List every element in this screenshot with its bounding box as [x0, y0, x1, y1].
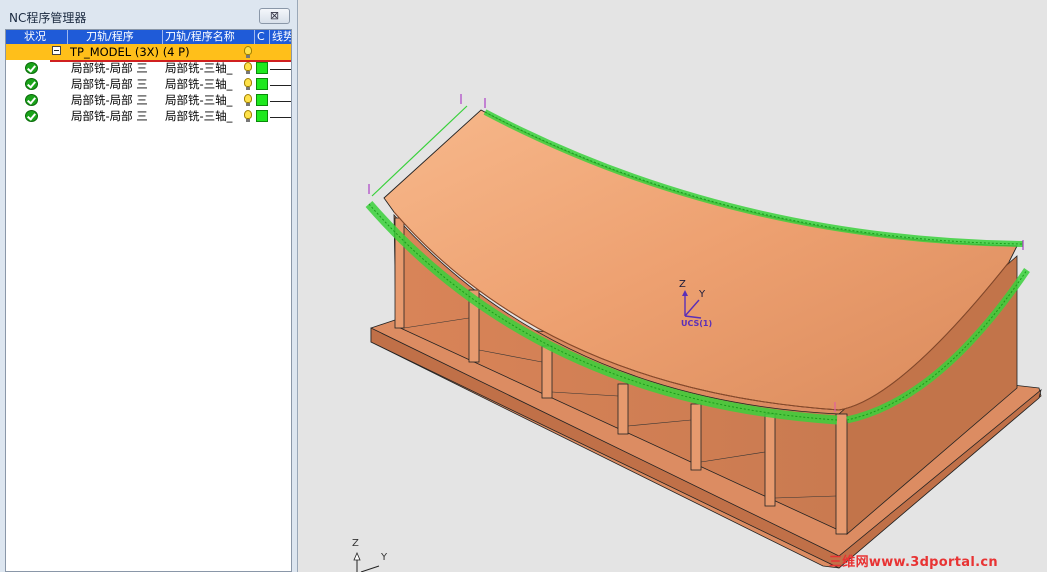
status-ok-icon [25, 62, 38, 74]
column-c[interactable]: C [254, 30, 269, 44]
line-style-icon [270, 69, 291, 70]
tree-item-row[interactable]: 局部铣-局部 三 局部铣-三轴_ [6, 92, 291, 108]
column-toolpath[interactable]: 刀轨/程序 [67, 30, 162, 44]
panel-title: NC程序管理器 [9, 11, 87, 25]
color-swatch[interactable] [256, 110, 268, 122]
tree-header: 状况 刀轨/程序 刀轨/程序名称 C 线势 [6, 30, 291, 44]
global-axis-y-label: Y [380, 552, 388, 563]
global-triad: Z Y [352, 538, 388, 572]
status-ok-icon [25, 78, 38, 90]
toolpath-label: 局部铣-局部 三 [71, 109, 148, 123]
toolpath-label: 局部铣-局部 三 [71, 93, 148, 107]
color-swatch[interactable] [256, 78, 268, 90]
tree-group-row[interactable]: TP_MODEL (3X) (4 P) [6, 44, 291, 60]
nc-program-manager-panel: NC程序管理器 ⊠ 状况 刀轨/程序 刀轨/程序名称 C 线势 TP_MODEL… [0, 0, 298, 572]
visibility-bulb-icon[interactable] [244, 62, 252, 74]
program-tree[interactable]: 状况 刀轨/程序 刀轨/程序名称 C 线势 TP_MODEL (3X) (4 P… [5, 29, 292, 572]
line-style-icon [270, 117, 291, 118]
color-swatch[interactable] [256, 94, 268, 106]
visibility-bulb-icon[interactable] [244, 94, 252, 106]
toolpath-label: 局部铣-局部 三 [71, 61, 148, 75]
color-swatch[interactable] [256, 62, 268, 74]
visibility-bulb-icon[interactable] [244, 78, 252, 90]
visibility-bulb-icon[interactable] [244, 46, 252, 58]
tree-item-row[interactable]: 局部铣-局部 三 局部铣-三轴_ [6, 76, 291, 92]
toolpath-name: 局部铣-三轴_ [165, 77, 233, 91]
column-line[interactable]: 线势 [269, 30, 291, 44]
ucs-axis-y-label: Y [698, 289, 706, 300]
toolpath-label: 局部铣-局部 三 [71, 77, 148, 91]
column-name[interactable]: 刀轨/程序名称 [162, 30, 242, 44]
tree-item-row[interactable]: 局部铣-局部 三 局部铣-三轴_ [6, 108, 291, 124]
status-ok-icon [25, 94, 38, 106]
graphics-viewport[interactable]: Z Y UCS(1) Z Y 三维网www.3dportal.cn [299, 0, 1047, 572]
model-view: Z Y UCS(1) Z Y [352, 94, 1042, 572]
line-style-icon [270, 101, 291, 102]
ucs-axis-z-label: Z [679, 279, 686, 290]
collapse-icon[interactable] [52, 46, 61, 55]
column-status[interactable]: 状况 [6, 30, 52, 44]
status-ok-icon [25, 110, 38, 122]
group-label: TP_MODEL (3X) (4 P) [70, 45, 190, 59]
ucs-label: UCS(1) [681, 319, 712, 328]
visibility-bulb-icon[interactable] [244, 110, 252, 122]
toolpath-name: 局部铣-三轴_ [165, 61, 233, 75]
toolpath-name: 局部铣-三轴_ [165, 93, 233, 107]
toolpath-name: 局部铣-三轴_ [165, 109, 233, 123]
global-axis-z-label: Z [352, 538, 359, 549]
panel-close-button[interactable]: ⊠ [259, 8, 290, 24]
watermark: 三维网www.3dportal.cn [829, 555, 998, 570]
line-style-icon [270, 85, 291, 86]
tree-item-row[interactable]: 局部铣-局部 三 局部铣-三轴_ [6, 60, 291, 76]
